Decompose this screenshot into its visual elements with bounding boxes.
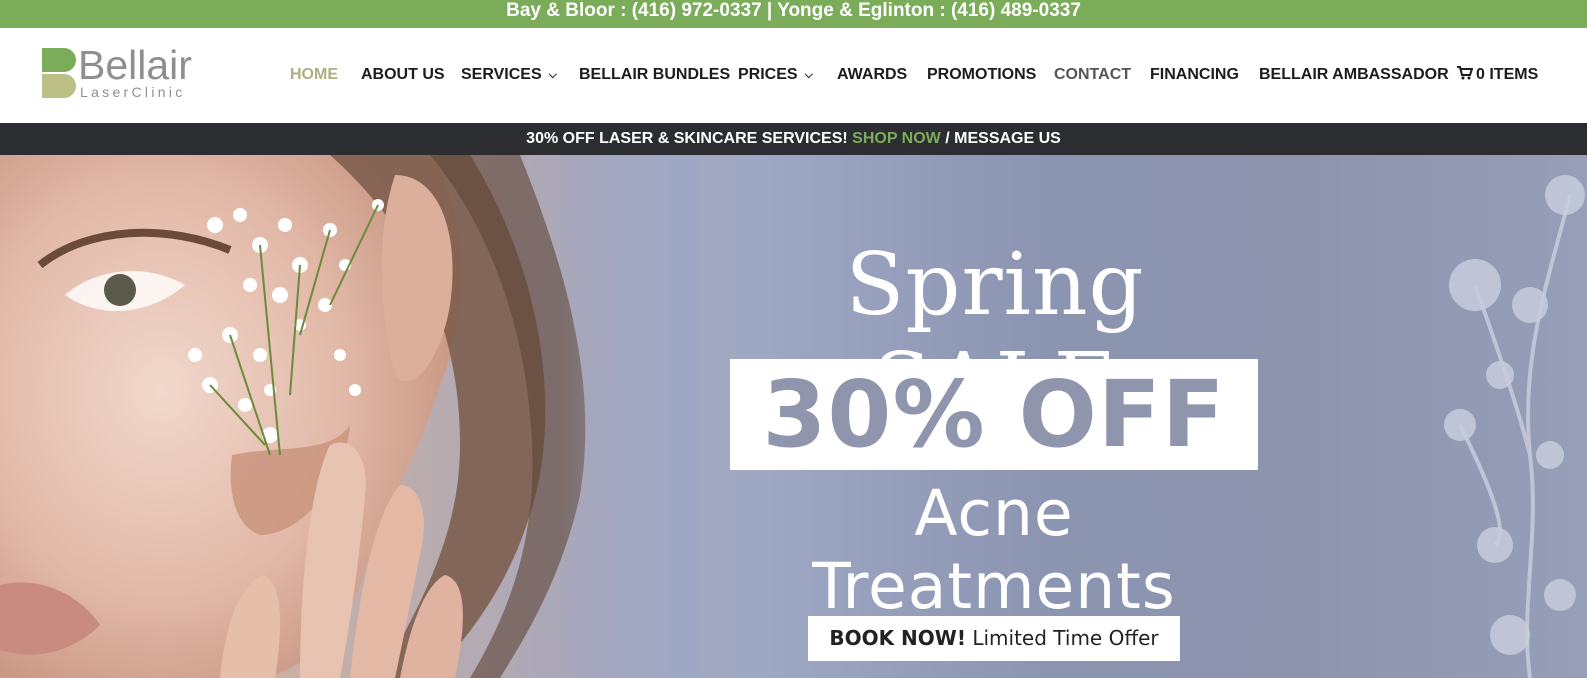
- promo-text: 30% OFF LASER & SKINCARE SERVICES!: [526, 130, 848, 147]
- promo-bar: 30% OFF LASER & SKINCARE SERVICES! SHOP …: [0, 123, 1587, 155]
- nav-promotions[interactable]: PROMOTIONS: [927, 66, 1036, 84]
- nav-bellair-bundles[interactable]: BELLAIR BUNDLES: [579, 66, 730, 84]
- hero-model-image: [0, 155, 700, 678]
- book-now-button[interactable]: BOOK NOW! Limited Time Offer: [808, 616, 1180, 661]
- site-header: Bellair LaserClinic HOME ABOUT US SERVIC…: [0, 28, 1587, 123]
- nav-awards[interactable]: AWARDS: [837, 66, 907, 84]
- nav-services[interactable]: SERVICES ⌵: [461, 66, 557, 84]
- cart-icon: [1457, 66, 1473, 80]
- message-us-link[interactable]: MESSAGE US: [954, 130, 1061, 147]
- nav-cart[interactable]: 0 ITEMS: [1457, 66, 1538, 84]
- offer-box: 30% OFF: [730, 359, 1258, 470]
- chevron-down-icon: ⌵: [804, 69, 813, 81]
- nav-contact[interactable]: CONTACT: [1054, 66, 1131, 84]
- nav-about-us[interactable]: ABOUT US: [361, 66, 445, 84]
- offer-text: 30% OFF: [762, 361, 1226, 468]
- nav-prices[interactable]: PRICES ⌵: [738, 66, 813, 84]
- floral-decoration: [1444, 175, 1585, 678]
- nav-home[interactable]: HOME: [290, 66, 338, 84]
- hero-banner[interactable]: Spring SALE 30% OFF Acne Treatments BOOK…: [0, 155, 1587, 678]
- hero-subtitle: Acne Treatments: [812, 477, 1176, 623]
- chevron-down-icon: ⌵: [548, 69, 557, 81]
- nav-financing[interactable]: FINANCING: [1150, 66, 1239, 84]
- main-nav: HOME ABOUT US SERVICES ⌵ BELLAIR BUNDLES …: [0, 66, 1587, 86]
- nav-bellair-ambassador[interactable]: BELLAIR AMBASSADOR: [1259, 66, 1449, 84]
- promo-separator: /: [945, 130, 950, 147]
- top-contact-bar: Bay & Bloor : (416) 972-0337 | Yonge & E…: [0, 0, 1587, 28]
- logo-subtitle: LaserClinic: [80, 84, 186, 100]
- contact-phones: Bay & Bloor : (416) 972-0337 | Yonge & E…: [506, 0, 1081, 21]
- limited-offer-label: Limited Time Offer: [972, 626, 1159, 650]
- book-now-label: BOOK NOW!: [829, 626, 966, 650]
- shop-now-link[interactable]: SHOP NOW: [852, 130, 941, 147]
- cart-count: 0 ITEMS: [1476, 66, 1539, 83]
